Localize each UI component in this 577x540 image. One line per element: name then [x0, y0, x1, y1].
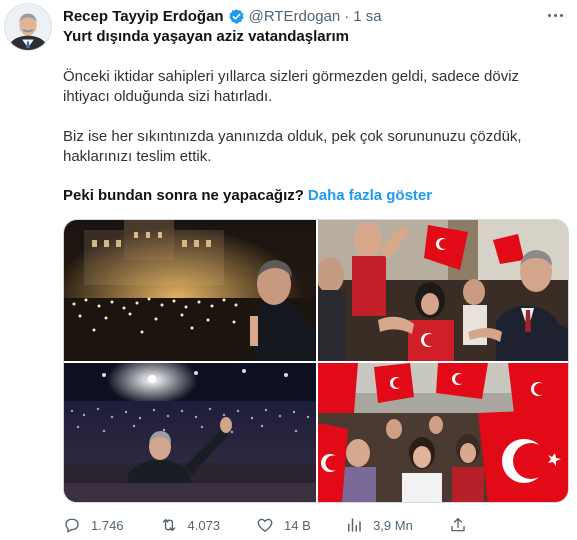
- retweet-icon: [162, 518, 175, 532]
- tweet-card[interactable]: Recep Tayyip Erdoğan @RTErdogan · 1 sa Y…: [0, 0, 577, 540]
- reply-button[interactable]: 1.746: [63, 516, 160, 534]
- like-count: 14 B: [284, 517, 311, 533]
- more-dot: [547, 13, 551, 17]
- tweet-timestamp[interactable]: 1 sa: [353, 8, 381, 25]
- share-button[interactable]: [449, 516, 477, 534]
- more-dot: [553, 13, 557, 17]
- paragraph-line: Biz ise her sıkıntınızda yanınızda olduk…: [63, 128, 522, 145]
- flags-crowd-photo[interactable]: [318, 363, 568, 502]
- tweet-question-line: Peki bundan sonra ne yapacağız? Daha fazl…: [63, 186, 563, 206]
- avatar[interactable]: [4, 3, 52, 51]
- paragraph-line: haklarınızı teslim ettik.: [63, 148, 212, 165]
- crowd-greeting-photo[interactable]: [318, 220, 568, 361]
- tweet-paragraph-2: Biz ise her sıkıntınızda yanınızda olduk…: [63, 127, 563, 167]
- tweet-header: Recep Tayyip Erdoğan @RTErdogan · 1 sa: [63, 6, 382, 26]
- reply-icon: [65, 518, 79, 533]
- reply-count: 1.746: [91, 517, 124, 533]
- separator-dot: ·: [344, 7, 350, 25]
- action-bar: 1.746 4.073 14 B 3,9 Mn: [63, 514, 553, 536]
- night-rally-photo[interactable]: [64, 220, 316, 361]
- author-handle[interactable]: @RTErdogan: [249, 8, 341, 25]
- paragraph-line: Önceki iktidar sahipleri yıllarca sizler…: [63, 68, 520, 85]
- retweet-button[interactable]: 4.073: [160, 516, 257, 534]
- verified-badge-icon: [228, 8, 245, 25]
- views-button[interactable]: 3,9 Mn: [345, 516, 449, 534]
- media-grid: [63, 219, 569, 503]
- more-options-button[interactable]: [543, 4, 567, 26]
- author-name[interactable]: Recep Tayyip Erdoğan: [63, 8, 224, 25]
- paragraph-line: ihtiyacı olduğunda sizi hatırladı.: [63, 88, 273, 105]
- stadium-wave-photo[interactable]: [64, 363, 316, 502]
- share-icon: [451, 517, 465, 532]
- views-chart-icon: [348, 518, 361, 532]
- like-button[interactable]: 14 B: [256, 516, 345, 534]
- retweet-count: 4.073: [187, 517, 221, 533]
- tweet-question: Peki bundan sonra ne yapacağız?: [63, 187, 304, 204]
- show-more-link[interactable]: Daha fazla göster: [308, 187, 432, 204]
- views-count: 3,9 Mn: [373, 517, 413, 533]
- more-dot: [559, 13, 563, 17]
- heart-icon: [257, 518, 273, 532]
- tweet-paragraph-1: Önceki iktidar sahipleri yıllarca sizler…: [63, 67, 563, 107]
- tweet-title: Yurt dışında yaşayan aziz vatandaşlarım: [63, 28, 349, 45]
